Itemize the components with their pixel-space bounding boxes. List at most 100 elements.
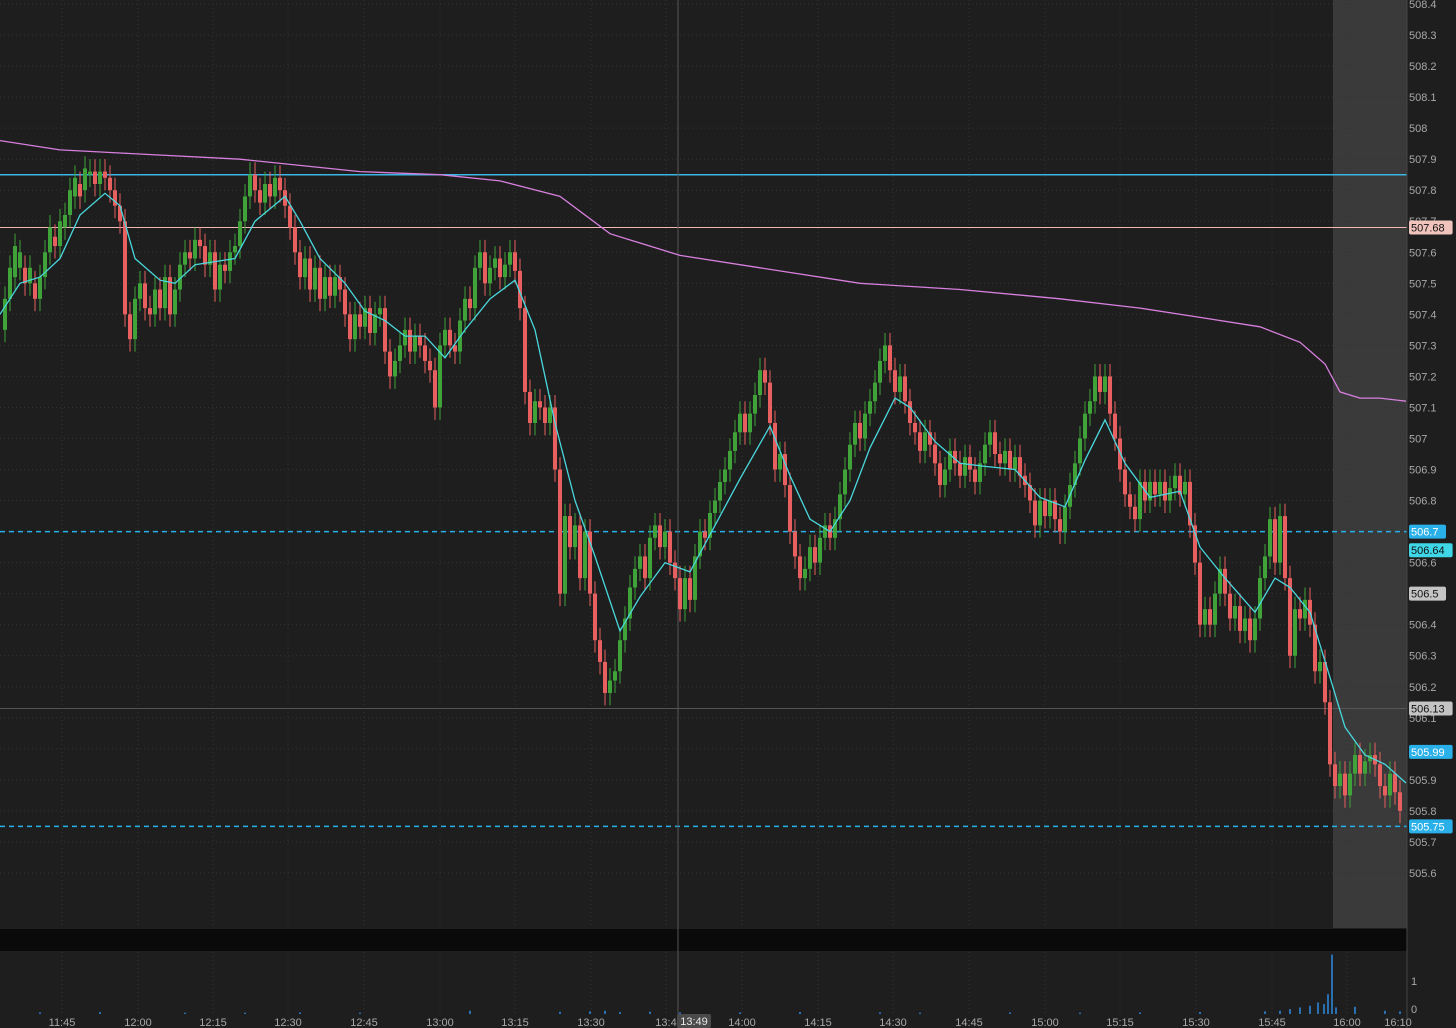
candle — [983, 444, 987, 464]
x-tick-label: 15:15 — [1106, 1017, 1134, 1028]
x-tick-label: 14:30 — [879, 1017, 907, 1028]
candle — [523, 308, 527, 392]
candle — [173, 289, 177, 315]
y-tick-label: 506.8 — [1409, 496, 1437, 508]
candle — [263, 184, 267, 203]
crosshair-time-label: 13:49 — [680, 1016, 708, 1028]
x-tick-label: 12:00 — [124, 1017, 152, 1028]
candle — [1248, 618, 1252, 641]
candle — [763, 370, 767, 383]
volume-bar — [619, 1012, 621, 1014]
candle — [668, 531, 672, 563]
candle — [243, 196, 247, 222]
candle — [443, 329, 447, 346]
candle — [1138, 481, 1142, 520]
y-tick-label: 506.2 — [1409, 682, 1437, 694]
candle — [993, 432, 997, 454]
volume-bar — [559, 1011, 561, 1014]
candle — [448, 329, 452, 346]
candle — [1398, 792, 1402, 811]
price-badge-label: 506.13 — [1411, 703, 1445, 715]
price-badge-label: 506.64 — [1411, 545, 1445, 557]
candle — [893, 370, 897, 392]
candle — [898, 376, 902, 392]
candle — [1353, 755, 1357, 774]
candle — [98, 171, 102, 184]
candle — [788, 485, 792, 532]
candle — [1328, 702, 1332, 765]
volume-bar — [1327, 994, 1329, 1014]
candle — [128, 314, 132, 340]
candle — [1228, 593, 1232, 619]
candle — [1008, 450, 1012, 470]
volume-bar — [359, 1012, 361, 1014]
candle — [703, 531, 707, 538]
candle — [1078, 438, 1082, 464]
candle — [943, 469, 947, 486]
candle — [1163, 481, 1167, 501]
y-tick-label: 505.9 — [1409, 775, 1437, 787]
volume-bar — [1289, 1009, 1291, 1014]
candle — [463, 298, 467, 321]
x-tick-label: 16:00 — [1333, 1017, 1361, 1028]
candle — [38, 277, 42, 299]
candle — [678, 578, 682, 610]
candle — [573, 525, 577, 548]
candle — [1123, 469, 1127, 495]
volume-bar — [39, 1012, 41, 1014]
candle — [73, 177, 77, 197]
y-tick-label: 506.4 — [1409, 620, 1437, 632]
candle — [848, 444, 852, 470]
candle — [18, 252, 22, 268]
candle — [1243, 618, 1247, 631]
candle — [298, 252, 302, 278]
candle — [1348, 773, 1352, 796]
candle — [188, 252, 192, 259]
y-tick-label: 506.3 — [1409, 651, 1437, 663]
candle — [493, 258, 497, 268]
candle — [473, 267, 477, 309]
candle — [358, 314, 362, 327]
candle — [923, 432, 927, 451]
candle — [908, 401, 912, 423]
candle — [1233, 606, 1237, 619]
y-tick-label: 508.1 — [1409, 92, 1437, 104]
candle — [1258, 578, 1262, 619]
candle — [1128, 494, 1132, 507]
candle — [278, 177, 282, 191]
candle — [1388, 773, 1392, 796]
candle — [958, 463, 962, 476]
volume-bar — [1009, 1012, 1011, 1014]
candle — [213, 252, 217, 290]
candle — [1293, 609, 1297, 656]
candle — [1083, 413, 1087, 439]
candle — [793, 531, 797, 557]
candle — [218, 264, 222, 290]
candle — [643, 556, 647, 579]
candle — [1298, 609, 1302, 619]
candle — [1103, 376, 1107, 392]
candle — [963, 457, 967, 476]
candle — [648, 537, 652, 579]
x-tick-label: 13:4 — [655, 1017, 676, 1028]
candle — [423, 345, 427, 361]
candlestick-chart[interactable]: 508.4508.3508.2508.1508507.9507.8507.750… — [0, 0, 1456, 1028]
candle — [293, 227, 297, 253]
candle — [1133, 506, 1137, 520]
axis-divider — [0, 929, 1407, 951]
candle — [673, 562, 677, 579]
volume-bar — [1399, 1011, 1401, 1014]
candle — [558, 469, 562, 594]
candle — [638, 556, 642, 569]
candle — [603, 661, 607, 693]
candle — [1323, 661, 1327, 703]
volume-bar — [679, 1012, 681, 1014]
candle — [433, 370, 437, 408]
candle — [933, 444, 937, 464]
candle — [613, 671, 617, 681]
price-badge-label: 506.7 — [1411, 527, 1439, 539]
candle — [1153, 481, 1157, 495]
candle — [913, 422, 917, 433]
candle — [58, 221, 62, 247]
candle — [503, 264, 507, 278]
